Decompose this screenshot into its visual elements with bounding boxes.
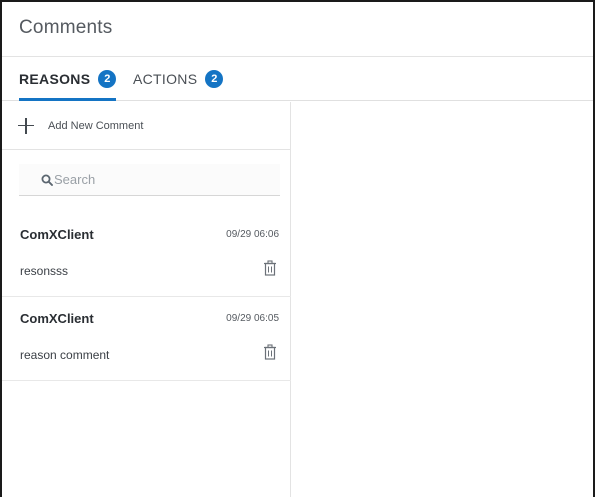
list-item[interactable]: ComXClient 09/29 06:05 reason comment: [2, 297, 291, 381]
comment-text: resonsss: [20, 264, 69, 278]
title-bar: Comments: [2, 2, 593, 57]
add-new-comment-button[interactable]: Add New Comment: [2, 102, 290, 150]
comment-list-panel: Add New Comment ComXClient 09/29 06:06 r…: [2, 102, 291, 497]
tab-reasons-label: REASONS: [19, 71, 91, 87]
comments-panel: Comments REASONS 2 ACTIONS 2 Add New Com…: [0, 0, 595, 497]
comment-author: ComXClient: [20, 311, 94, 326]
search-icon: [41, 174, 53, 186]
trash-icon[interactable]: [263, 344, 277, 360]
comment-author: ComXClient: [20, 227, 94, 242]
comment-text: reason comment: [20, 348, 110, 362]
plus-icon: [17, 117, 35, 135]
active-tab-indicator: [19, 98, 116, 101]
trash-icon[interactable]: [263, 260, 277, 276]
tab-reasons[interactable]: REASONS 2: [19, 57, 117, 101]
comment-timestamp: 09/29 06:06: [226, 229, 279, 240]
search-input[interactable]: [54, 172, 254, 187]
add-new-comment-label: Add New Comment: [48, 119, 144, 132]
tab-actions-label: ACTIONS: [133, 71, 198, 87]
comment-detail-panel: [292, 102, 593, 497]
comment-timestamp: 09/29 06:05: [226, 313, 279, 324]
tab-bar: REASONS 2 ACTIONS 2: [2, 57, 593, 101]
search-box: [19, 164, 280, 196]
list-item[interactable]: ComXClient 09/29 06:06 resonsss: [2, 213, 291, 297]
tab-actions-count-badge: 2: [205, 70, 224, 88]
tab-actions[interactable]: ACTIONS 2: [133, 57, 224, 101]
tab-reasons-count-badge: 2: [98, 70, 117, 88]
page-title: Comments: [19, 17, 113, 38]
